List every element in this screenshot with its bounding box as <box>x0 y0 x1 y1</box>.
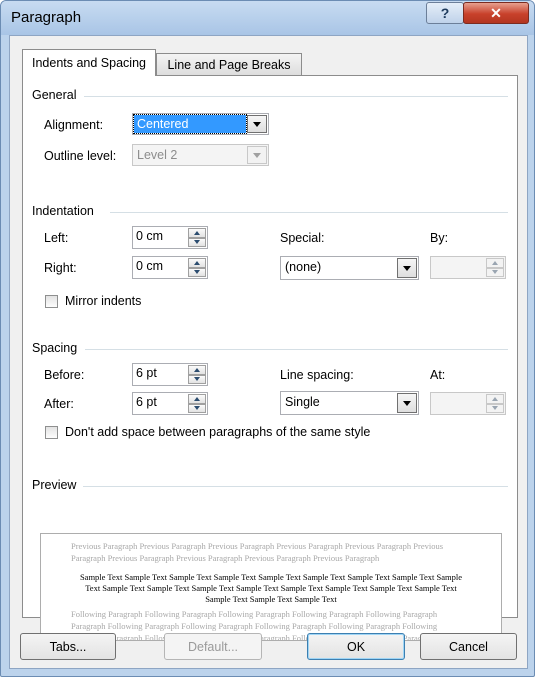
chevron-up-icon <box>194 230 200 235</box>
chevron-up-icon <box>492 396 498 401</box>
alignment-value: Centered <box>133 114 247 134</box>
line-spacing-select[interactable]: Single <box>280 391 419 415</box>
preview-previous-line: Previous Paragraph Previous Paragraph Pr… <box>71 541 444 551</box>
spin-up-button[interactable] <box>486 394 504 404</box>
special-select[interactable]: (none) <box>280 256 419 280</box>
help-icon: ? <box>440 5 450 21</box>
spin-up-button[interactable] <box>188 365 206 375</box>
section-divider <box>83 486 508 487</box>
alignment-label: Alignment: <box>44 118 104 132</box>
section-divider <box>84 96 508 97</box>
outline-level-value: Level 2 <box>137 148 178 162</box>
spacing-after-spinner[interactable]: 6 pt <box>132 392 208 415</box>
section-preview-title: Preview <box>32 478 77 492</box>
chevron-down-icon <box>403 400 411 406</box>
left-indent-spinner[interactable]: 0 cm <box>132 226 208 249</box>
spin-up-button[interactable] <box>188 228 206 238</box>
special-value: (none) <box>285 260 322 274</box>
chevron-up-icon <box>194 396 200 401</box>
preview-sample-line: Sample Text Sample Text Sample Text <box>205 594 337 604</box>
mirror-indents-label[interactable]: Mirror indents <box>65 294 141 308</box>
chevron-down-icon <box>492 406 498 411</box>
spin-down-button[interactable] <box>486 403 504 413</box>
spacing-before-spinner[interactable]: 6 pt <box>132 363 208 386</box>
chevron-down-icon <box>253 152 261 158</box>
outline-level-select[interactable]: Level 2 <box>132 144 269 166</box>
set-as-default-button[interactable]: Default... <box>164 633 262 660</box>
section-divider <box>110 212 508 213</box>
chevron-up-icon <box>492 260 498 265</box>
tab-panel: General Alignment: Centered Outline leve… <box>22 75 518 641</box>
dropdown-button[interactable] <box>247 115 267 133</box>
dialog-body: Indents and Spacing Line and Page Breaks… <box>9 35 528 669</box>
dont-add-space-label[interactable]: Don't add space between paragraphs of th… <box>65 425 370 439</box>
spin-up-button[interactable] <box>188 394 206 404</box>
line-spacing-value: Single <box>285 395 320 409</box>
section-general-title: General <box>32 88 77 102</box>
section-indentation-title: Indentation <box>32 204 94 218</box>
tabs-button[interactable]: Tabs... <box>20 633 116 660</box>
line-spacing-label: Line spacing: <box>280 368 354 382</box>
mirror-indents-checkbox[interactable] <box>45 295 58 308</box>
chevron-down-icon <box>194 406 200 411</box>
spacing-before-label: Before: <box>44 368 85 382</box>
spacing-before-value: 6 pt <box>136 366 157 380</box>
outline-level-label: Outline level: <box>44 149 117 163</box>
chevron-down-icon <box>253 121 261 127</box>
ok-button[interactable]: OK <box>307 633 405 660</box>
tab-line-and-page-breaks[interactable]: Line and Page Breaks <box>156 53 302 76</box>
left-indent-value: 0 cm <box>136 229 164 243</box>
spin-down-button[interactable] <box>486 267 504 277</box>
close-icon: ✕ <box>490 4 502 21</box>
at-spinner[interactable] <box>430 392 506 415</box>
right-indent-spinner[interactable]: 0 cm <box>132 256 208 279</box>
by-spinner[interactable] <box>430 256 506 279</box>
title-bar[interactable]: Paragraph ? ✕ <box>1 1 534 35</box>
left-indent-label: Left: <box>44 231 69 245</box>
dropdown-button[interactable] <box>397 393 417 413</box>
chevron-down-icon <box>194 270 200 275</box>
chevron-up-icon <box>194 367 200 372</box>
spin-down-button[interactable] <box>188 403 206 413</box>
chevron-down-icon <box>492 270 498 275</box>
alignment-select[interactable]: Centered <box>132 113 269 135</box>
paragraph-preview: Previous Paragraph Previous Paragraph Pr… <box>40 533 502 641</box>
preview-previous-line: Paragraph Previous Paragraph Previous Pa… <box>71 553 380 563</box>
spin-down-button[interactable] <box>188 374 206 384</box>
chevron-down-icon <box>194 240 200 245</box>
dropdown-button[interactable] <box>397 258 417 278</box>
spin-down-button[interactable] <box>188 267 206 277</box>
dropdown-button[interactable] <box>247 146 267 164</box>
by-label: By: <box>430 231 449 245</box>
at-label: At: <box>430 368 446 382</box>
preview-following-line: Following Paragraph Following Paragraph … <box>71 609 438 619</box>
spin-down-button[interactable] <box>188 237 206 247</box>
preview-following-line: Paragraph Following Paragraph Following … <box>71 621 438 631</box>
preview-sample-line: Text Sample Text Sample Text Sample Text… <box>85 583 457 593</box>
spacing-after-label: After: <box>44 397 74 411</box>
tab-indents-and-spacing[interactable]: Indents and Spacing <box>22 49 156 76</box>
section-spacing-title: Spacing <box>32 341 78 355</box>
chevron-up-icon <box>194 260 200 265</box>
chevron-down-icon <box>194 377 200 382</box>
spin-up-button[interactable] <box>188 258 206 268</box>
spacing-after-value: 6 pt <box>136 395 157 409</box>
preview-sample-line: Sample Text Sample Text Sample Text Samp… <box>79 572 463 582</box>
right-indent-value: 0 cm <box>136 259 164 273</box>
right-indent-label: Right: <box>44 261 77 275</box>
cancel-button[interactable]: Cancel <box>420 633 517 660</box>
special-label: Special: <box>280 231 325 245</box>
chevron-down-icon <box>403 265 411 271</box>
dialog-title: Paragraph <box>11 9 82 26</box>
paragraph-dialog: Paragraph ? ✕ Indents and Spacing Line a… <box>0 0 535 677</box>
dont-add-space-checkbox[interactable] <box>45 426 58 439</box>
help-button[interactable]: ? <box>426 2 464 24</box>
close-button[interactable]: ✕ <box>463 2 529 24</box>
section-divider <box>85 349 508 350</box>
spin-up-button[interactable] <box>486 258 504 268</box>
